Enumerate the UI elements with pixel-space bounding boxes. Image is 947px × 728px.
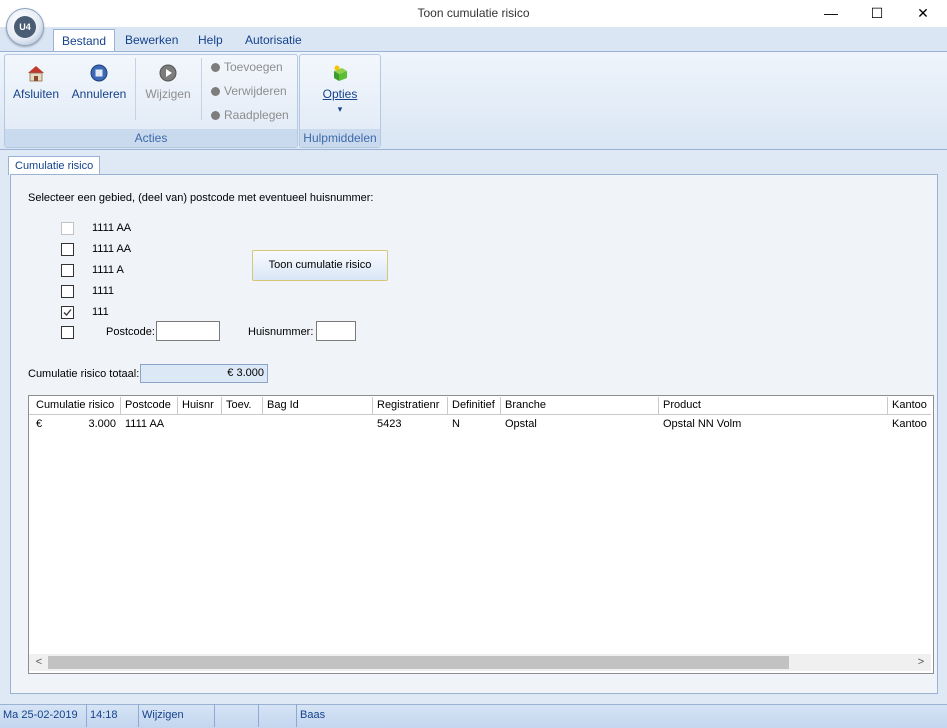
toevoegen-button[interactable]: Toevoegen — [211, 57, 283, 77]
cell-amount: 3.000 — [88, 418, 116, 430]
raadplegen-label: Raadplegen — [224, 108, 289, 122]
toevoegen-label: Toevoegen — [224, 60, 283, 74]
option-4-label: 1111 — [92, 285, 115, 297]
option-2-label: 1111 AA — [92, 243, 132, 255]
huisnummer-label: Huisnummer: — [248, 326, 314, 338]
column-header-definitief[interactable]: Definitief — [448, 397, 501, 414]
status-field-4 — [215, 704, 259, 727]
status-field-5 — [259, 704, 297, 727]
huisnummer-input[interactable] — [316, 321, 356, 341]
column-header-bag-id[interactable]: Bag Id — [263, 397, 373, 414]
wijzigen-button[interactable]: Wijzigen — [140, 57, 196, 119]
cell-branche: Opstal — [505, 418, 537, 430]
totaal-label: Cumulatie risico totaal: — [28, 368, 140, 380]
option-3-label: 1111 A — [92, 264, 124, 276]
option-1-label: 1111 AA — [92, 222, 132, 234]
close-button[interactable]: ✕ — [900, 0, 946, 27]
toon-cumulatie-risico-button[interactable]: Toon cumulatie risico — [252, 250, 388, 281]
minimize-button[interactable]: — — [808, 0, 854, 27]
column-header-huisnr[interactable]: Huisnr — [178, 397, 222, 414]
annuleren-button[interactable]: Annuleren — [69, 57, 129, 119]
tab-autorisatie[interactable]: Autorisatie — [237, 29, 310, 52]
add-icon — [211, 63, 220, 72]
scroll-left-icon[interactable]: < — [33, 654, 45, 671]
postcode-input[interactable] — [156, 321, 220, 341]
checkbox-option-2[interactable] — [61, 243, 74, 256]
remove-icon — [211, 87, 220, 96]
cell-kantoor: Kantoo — [892, 418, 927, 430]
results-grid: Cumulatie risico Postcode Huisnr Toev. B… — [28, 395, 934, 674]
verwijderen-button[interactable]: Verwijderen — [211, 81, 287, 101]
tab-bestand[interactable]: Bestand — [53, 29, 116, 53]
tab-cumulatie-risico[interactable]: Cumulatie risico — [8, 156, 101, 175]
logo-icon: U4 — [14, 16, 36, 38]
raadplegen-button[interactable]: Raadplegen — [211, 105, 289, 125]
column-header-branche[interactable]: Branche — [501, 397, 659, 414]
edit-icon — [159, 64, 177, 82]
group-hulpmiddelen-label: Hulpmiddelen — [300, 129, 380, 147]
opties-dropdown-icon: ▾ — [337, 104, 343, 114]
cell-product: Opstal NN Volm — [663, 418, 742, 430]
status-date: Ma 25-02-2019 — [0, 704, 87, 727]
column-header-cumulatie-risico[interactable]: Cumulatie risico — [32, 397, 121, 414]
view-icon — [211, 111, 220, 120]
afsluiten-label: Afsluiten — [12, 87, 60, 101]
totaal-value: € 3.000 — [140, 364, 268, 383]
wijzigen-label: Wijzigen — [145, 87, 191, 101]
status-time: 14:18 — [87, 704, 139, 727]
cell-huisnr — [178, 416, 222, 432]
application-menu-button[interactable]: U4 — [6, 8, 44, 46]
cancel-icon — [90, 64, 108, 82]
afsluiten-button[interactable]: Afsluiten — [7, 57, 65, 119]
cell-definitief: N — [452, 418, 460, 430]
checkbox-option-4[interactable] — [61, 285, 74, 298]
status-mode: Wijzigen — [139, 704, 215, 727]
column-header-kantoor[interactable]: Kantoo — [888, 397, 931, 414]
options-icon — [334, 65, 347, 81]
group-acties-label: Acties — [5, 129, 297, 147]
annuleren-label: Annuleren — [71, 87, 127, 101]
cell-registratienr: 5423 — [377, 418, 402, 430]
postcode-label: Postcode: — [106, 326, 155, 338]
checkbox-option-1[interactable] — [61, 222, 74, 235]
column-header-product[interactable]: Product — [659, 397, 888, 414]
checkbox-postcode[interactable] — [61, 326, 74, 339]
opties-label: Opties — [322, 87, 358, 101]
column-header-registratienr[interactable]: Registratienr — [373, 397, 448, 414]
cell-currency: € — [36, 418, 43, 430]
totaal-amount: € 3.000 — [227, 367, 264, 379]
column-header-toev[interactable]: Toev. — [222, 397, 263, 414]
scroll-right-icon[interactable]: > — [915, 654, 927, 671]
checkmark-icon — [63, 309, 72, 316]
verwijderen-label: Verwijderen — [224, 84, 287, 98]
tab-help[interactable]: Help — [190, 29, 231, 52]
window-title: Toon cumulatie risico — [417, 6, 530, 20]
column-header-postcode[interactable]: Postcode — [121, 397, 178, 414]
cell-postcode: 1111 AA — [125, 418, 165, 430]
instruction-text: Selecteer een gebied, (deel van) postcod… — [28, 192, 374, 204]
cell-bag-id — [263, 416, 373, 432]
scrollbar-thumb[interactable] — [48, 656, 789, 669]
separator — [135, 58, 136, 120]
cell-toev — [222, 416, 263, 432]
option-5-label: 111 — [92, 306, 109, 318]
house-icon — [28, 66, 44, 82]
opties-button[interactable]: Opties ▾ — [312, 57, 368, 119]
header-divider — [29, 414, 931, 415]
checkbox-option-5[interactable] — [61, 306, 74, 319]
horizontal-scrollbar[interactable]: < > — [29, 654, 931, 671]
maximize-button[interactable]: ☐ — [854, 0, 900, 27]
tab-bewerken[interactable]: Bewerken — [117, 29, 186, 52]
separator — [201, 58, 202, 120]
status-user: Baas — [300, 709, 326, 721]
checkbox-option-3[interactable] — [61, 264, 74, 277]
